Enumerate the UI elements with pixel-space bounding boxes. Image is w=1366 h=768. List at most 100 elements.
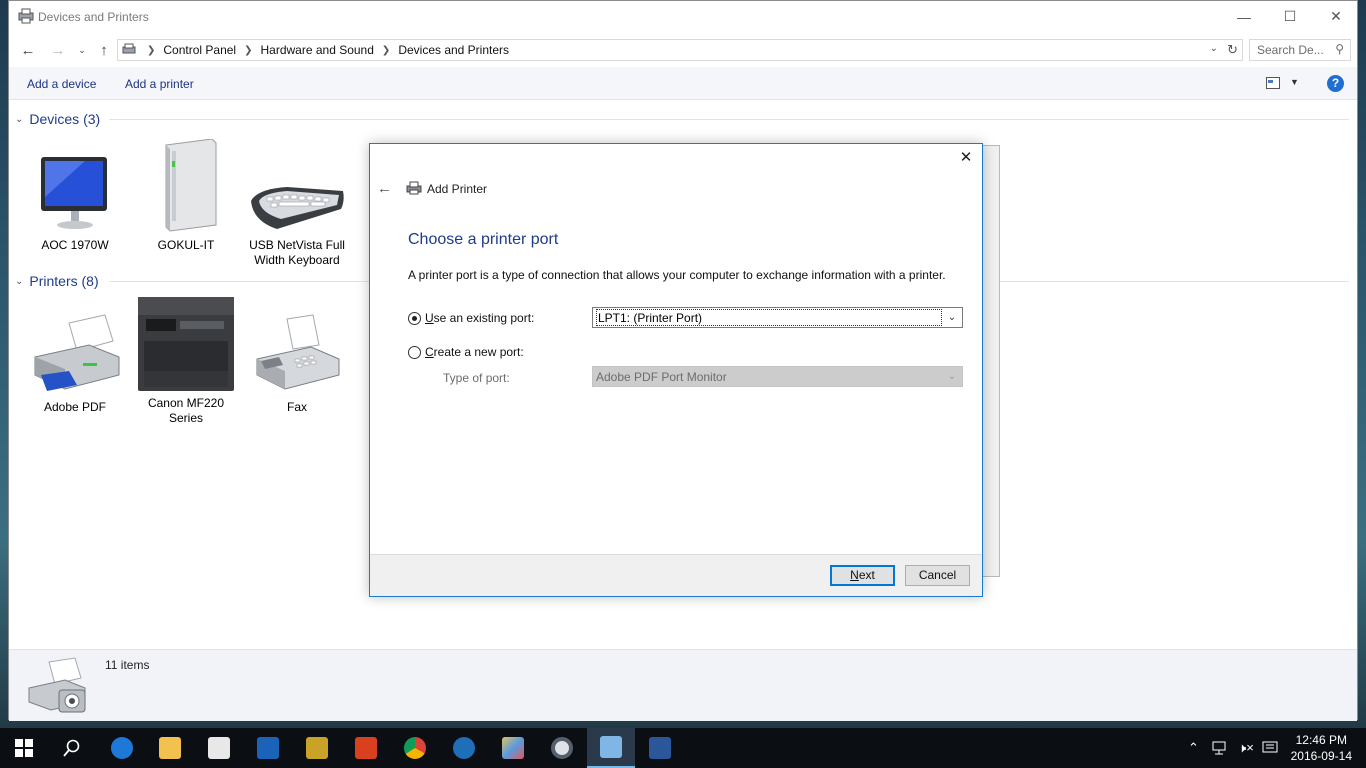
taskbar-devices-and-printers[interactable]	[587, 728, 635, 768]
title-bar: Devices and Printers — ☐ ✕	[9, 1, 1357, 32]
view-options-icon[interactable]	[1266, 77, 1280, 89]
network-button[interactable]	[1212, 728, 1230, 768]
new-port-radio[interactable]	[408, 345, 421, 359]
cancel-button[interactable]: Cancel	[905, 565, 970, 586]
volume-button[interactable]: 🕨×	[1238, 728, 1254, 768]
devices-section-header[interactable]: ⌄ Devices (3)	[15, 111, 100, 127]
printer-label: Fax	[286, 400, 307, 414]
maximize-icon: ☐	[1283, 8, 1297, 24]
control-panel-icon	[122, 43, 136, 54]
add-device-button[interactable]: Add a device	[27, 77, 96, 91]
taskbar-outlook[interactable]	[244, 728, 292, 768]
taskbar-file-explorer[interactable]	[146, 728, 194, 768]
devices-printers-icon	[28, 657, 86, 713]
taskbar-edge[interactable]	[98, 728, 146, 768]
forward-button[interactable]: →	[47, 38, 69, 62]
add-printer-dialog: ✕ ← Add Printer Choose a printer port A …	[369, 143, 983, 597]
arrow-right-icon: →	[50, 41, 66, 59]
existing-port-option[interactable]: Use an existing port:	[408, 311, 534, 325]
taskbar-app-circle[interactable]	[538, 728, 586, 768]
breadcrumb-control-panel[interactable]: Control Panel	[163, 43, 236, 57]
existing-port-value: LPT1: (Printer Port)	[596, 309, 942, 326]
refresh-icon[interactable]: ↻	[1227, 42, 1238, 58]
fax-icon	[256, 314, 340, 390]
clock-time: 12:46 PM	[1295, 733, 1347, 747]
clock-date: 2016-09-14	[1290, 749, 1352, 763]
outlook-icon	[257, 737, 279, 759]
close-icon: ✕	[959, 149, 973, 166]
dialog-heading: Choose a printer port	[408, 231, 559, 248]
address-box[interactable]: ❯ Control Panel ❯ Hardware and Sound ❯ D…	[117, 39, 1243, 61]
edge-icon	[111, 737, 133, 759]
arrow-left-icon: ←	[377, 180, 392, 197]
taskbar-chrome[interactable]	[391, 728, 439, 768]
taskbar: ⌃ 🕨× 12:46 PM 2016-09-14	[0, 728, 1366, 768]
printer-item[interactable]: Fax	[247, 301, 347, 415]
address-dropdown-icon[interactable]: ⌄	[1210, 43, 1218, 54]
keyboard-icon	[251, 187, 344, 229]
device-item[interactable]: USB NetVista Full Width Keyboard	[247, 139, 347, 268]
printer-item[interactable]: Adobe PDF	[25, 301, 125, 415]
type-of-port-label: Type of port:	[443, 371, 510, 385]
dialog-close-button[interactable]: ✕	[958, 150, 974, 166]
taskbar-paint[interactable]	[489, 728, 537, 768]
device-label: AOC 1970W	[41, 238, 109, 252]
action-center-button[interactable]	[1262, 728, 1278, 768]
app-red-icon	[355, 737, 377, 759]
printers-header-label: Printers (8)	[29, 273, 99, 289]
chevron-down-icon: ⌄	[947, 312, 957, 323]
taskbar-tools[interactable]	[293, 728, 341, 768]
existing-port-select[interactable]: LPT1: (Printer Port) ⌄	[592, 307, 963, 328]
chevron-up-icon: ⌃	[1188, 740, 1199, 755]
command-bar: Add a device Add a printer ▼ ?	[9, 67, 1357, 100]
type-of-port-select[interactable]: Adobe PDF Port Monitor ⌄	[592, 366, 963, 387]
search-input[interactable]: Search De... ⚲	[1249, 39, 1351, 61]
clock[interactable]: 12:46 PM 2016-09-14	[1291, 732, 1352, 764]
show-hidden-icons-button[interactable]: ⌃	[1188, 728, 1199, 768]
new-port-option[interactable]: Create a new port:	[408, 345, 524, 359]
dialog-back-button[interactable]: ←	[377, 180, 392, 197]
view-dropdown-icon[interactable]: ▼	[1290, 77, 1299, 87]
breadcrumb-devices-and-printers[interactable]: Devices and Printers	[398, 43, 509, 57]
chevron-down-icon: ⌄	[15, 113, 24, 125]
chrome-icon	[404, 737, 426, 759]
next-button[interactable]: Next	[830, 565, 895, 586]
arrow-up-icon: ↑	[100, 41, 108, 59]
breadcrumb-hardware-and-sound[interactable]: Hardware and Sound	[261, 43, 374, 57]
taskbar-word[interactable]	[636, 728, 684, 768]
existing-port-radio[interactable]	[408, 311, 421, 325]
printer-item[interactable]: Canon MF220 Series	[136, 297, 236, 426]
printer-label: Adobe PDF	[43, 400, 107, 414]
multifunction-printer-icon	[138, 297, 234, 391]
arrow-left-icon: ←	[20, 41, 36, 59]
taskbar-store[interactable]	[195, 728, 243, 768]
help-icon[interactable]: ?	[1327, 75, 1344, 92]
store-icon	[208, 737, 230, 759]
recent-locations-button[interactable]: ⌄	[71, 38, 93, 62]
taskbar-app-red[interactable]	[342, 728, 390, 768]
taskbar-app-blue[interactable]	[440, 728, 488, 768]
computer-tower-icon	[165, 138, 217, 232]
up-button[interactable]: ↑	[93, 38, 115, 62]
taskbar-search-button[interactable]	[48, 728, 96, 768]
device-item[interactable]: AOC 1970W	[25, 139, 125, 253]
back-button[interactable]: ←	[17, 38, 39, 62]
word-icon	[649, 737, 671, 759]
close-button[interactable]: ✕	[1313, 1, 1359, 32]
add-printer-button[interactable]: Add a printer	[125, 77, 194, 91]
start-button[interactable]	[0, 728, 48, 768]
section-divider	[109, 119, 1349, 120]
devices-header-label: Devices (3)	[29, 111, 101, 127]
notification-icon	[1262, 741, 1278, 753]
device-item[interactable]: GOKUL-IT	[136, 138, 236, 253]
search-icon: ⚲	[1335, 42, 1344, 56]
dialog-description: A printer port is a type of connection t…	[408, 268, 946, 282]
minimize-button[interactable]: —	[1221, 1, 1267, 32]
printers-section-header[interactable]: ⌄ Printers (8)	[15, 273, 99, 289]
minimize-icon: —	[1237, 8, 1251, 25]
chevron-down-icon: ⌄	[947, 371, 957, 382]
search-icon	[63, 739, 80, 757]
maximize-button[interactable]: ☐	[1267, 1, 1313, 32]
devices-printers-icon	[600, 736, 622, 758]
status-bar: 11 items	[9, 649, 1357, 721]
